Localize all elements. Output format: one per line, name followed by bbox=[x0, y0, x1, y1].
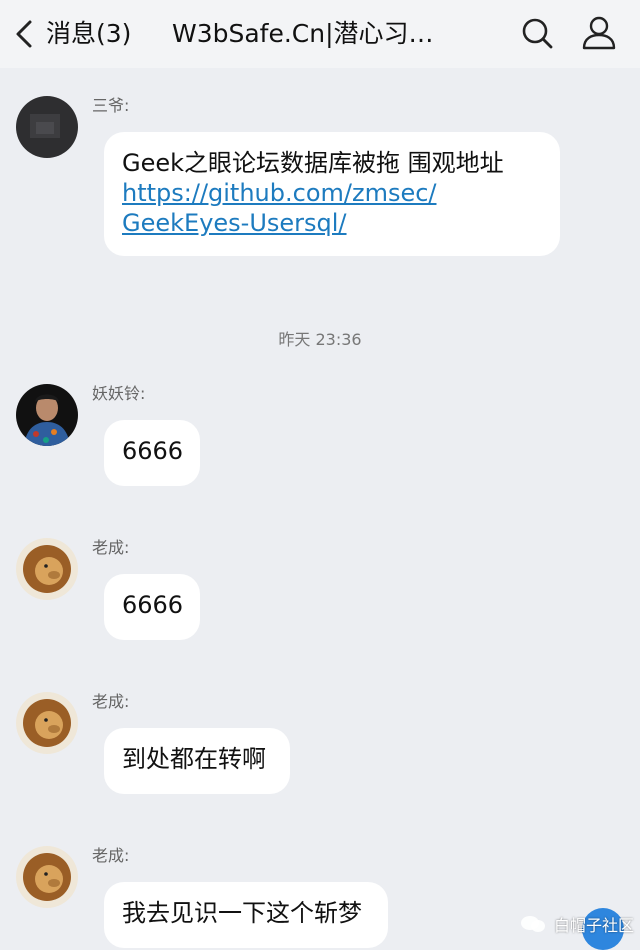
message-text: 我去见识一下这个斩梦 bbox=[122, 899, 362, 927]
time-divider: 昨天 23:36 bbox=[278, 330, 362, 349]
wechat-icon bbox=[520, 916, 545, 932]
avatar[interactable] bbox=[16, 96, 78, 158]
back-button-label[interactable]: 消息(3) bbox=[46, 17, 131, 51]
message-bubble[interactable]: 6666 bbox=[104, 420, 200, 486]
sender-name: 老成: bbox=[92, 538, 130, 557]
lion-avatar-image bbox=[16, 846, 78, 908]
avatar[interactable] bbox=[16, 692, 78, 754]
dark-avatar-image bbox=[16, 96, 78, 158]
portrait-avatar-image bbox=[16, 384, 78, 446]
back-chevron-icon[interactable] bbox=[12, 18, 38, 50]
avatar[interactable] bbox=[16, 384, 78, 446]
avatar[interactable] bbox=[16, 846, 78, 908]
message-bubble[interactable]: Geek之眼论坛数据库被拖 围观地址 https://github.com/zm… bbox=[104, 132, 560, 256]
lion-avatar-image bbox=[16, 538, 78, 600]
search-icon[interactable] bbox=[520, 16, 554, 50]
lion-avatar-image bbox=[16, 692, 78, 754]
sender-name: 老成: bbox=[92, 692, 130, 711]
chat-title: W3bSafe.Cn|潜心习… bbox=[172, 19, 434, 48]
sender-name: 老成: bbox=[92, 846, 130, 865]
message-link-line-1[interactable]: https://github.com/zmsec/ bbox=[122, 178, 542, 208]
message-text: Geek之眼论坛数据库被拖 围观地址 bbox=[122, 149, 504, 177]
message-bubble[interactable]: 我去见识一下这个斩梦 bbox=[104, 882, 388, 948]
top-bar: 消息(3) W3bSafe.Cn|潜心习… bbox=[0, 0, 640, 68]
message-text: 6666 bbox=[122, 437, 184, 465]
watermark: 白帽子社区 bbox=[520, 904, 634, 944]
watermark-text: 白帽子社区 bbox=[553, 916, 634, 935]
sender-name: 妖妖铃: bbox=[92, 384, 146, 403]
group-profile-icon[interactable] bbox=[580, 14, 618, 52]
sender-name: 三爷: bbox=[92, 96, 130, 115]
message-bubble[interactable]: 6666 bbox=[104, 574, 200, 640]
message-link-line-2[interactable]: GeekEyes-Usersql/ bbox=[122, 208, 542, 238]
message-text: 6666 bbox=[122, 591, 184, 619]
avatar[interactable] bbox=[16, 538, 78, 600]
message-text: 到处都在转啊 bbox=[122, 745, 266, 773]
message-bubble[interactable]: 到处都在转啊 bbox=[104, 728, 290, 794]
